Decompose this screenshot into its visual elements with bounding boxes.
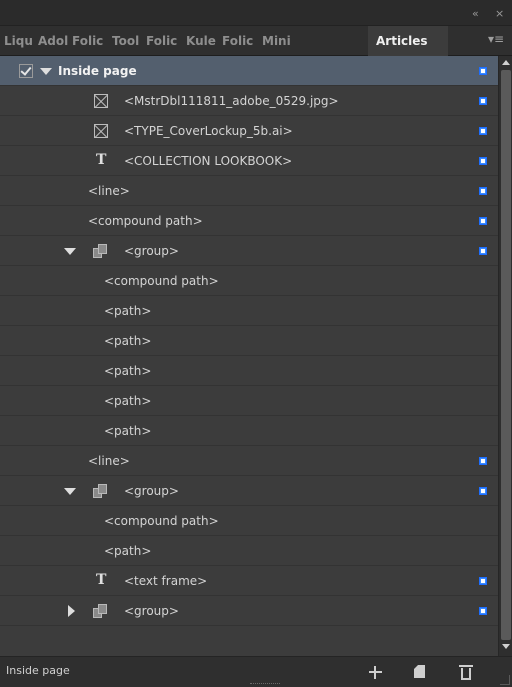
current-layer-status: Inside page [6, 664, 70, 677]
layer-row[interactable]: <compound path> [0, 266, 498, 296]
layer-row[interactable]: <line> [0, 176, 498, 206]
layer-row[interactable]: <path> [0, 296, 498, 326]
tab-tool[interactable]: Tool [108, 26, 142, 56]
placed-image-icon [94, 94, 108, 108]
layer-row[interactable]: <path> [0, 416, 498, 446]
selection-marker-icon[interactable] [479, 67, 487, 75]
layer-label: <MstrDbl111811_adobe_0529.jpg> [124, 94, 339, 108]
layer-label: <path> [104, 424, 152, 438]
group-icon [93, 604, 109, 618]
layer-label: <line> [88, 454, 130, 468]
layer-label: <group> [124, 484, 179, 498]
vertical-scrollbar[interactable] [498, 56, 512, 656]
panel-footer: Inside page [0, 656, 512, 687]
selection-marker-icon[interactable] [479, 457, 487, 465]
layer-row-inside-page[interactable]: Inside page [0, 56, 498, 86]
delete-layer-button[interactable] [456, 662, 476, 682]
layer-row[interactable]: <TYPE_CoverLockup_5b.ai> [0, 116, 498, 146]
selection-marker-icon[interactable] [479, 127, 487, 135]
panel-tab-bar: Liqu Adol Folic Tool Folic Kule Folic Mi… [0, 26, 512, 56]
tab-kuler[interactable]: Kule [182, 26, 218, 56]
visibility-checkbox[interactable] [19, 64, 33, 78]
layer-row[interactable]: <MstrDbl111811_adobe_0529.jpg> [0, 86, 498, 116]
layer-row[interactable]: T <COLLECTION LOOKBOOK> [0, 146, 498, 176]
layer-row[interactable]: <path> [0, 536, 498, 566]
resize-corner-icon[interactable] [500, 675, 510, 685]
layer-row[interactable]: T <text frame> [0, 566, 498, 596]
layer-label: <compound path> [104, 514, 219, 528]
selection-marker-icon[interactable] [479, 157, 487, 165]
scrollbar-thumb[interactable] [501, 70, 511, 640]
tab-folio-1[interactable]: Folic [68, 26, 108, 56]
text-frame-icon: T [96, 152, 107, 168]
expand-triangle-icon[interactable] [40, 68, 52, 75]
layer-row[interactable]: <compound path> [0, 206, 498, 236]
scroll-down-arrow-icon[interactable] [502, 644, 510, 649]
text-frame-icon: T [96, 572, 107, 588]
layer-row-group[interactable]: <group> [0, 476, 498, 506]
selection-marker-icon[interactable] [479, 97, 487, 105]
layer-row[interactable]: <line> [0, 446, 498, 476]
collapse-panel-button[interactable]: « [472, 7, 479, 20]
layer-label: <text frame> [124, 574, 208, 588]
panel-title-bar: « × [0, 0, 512, 26]
layer-label: <group> [124, 244, 179, 258]
layer-label: <path> [104, 394, 152, 408]
tab-liquify[interactable]: Liqu [0, 26, 34, 56]
new-layer-icon [414, 665, 425, 678]
tab-folio-3[interactable]: Folic [218, 26, 258, 56]
layer-row-group[interactable]: <group> [0, 236, 498, 266]
expand-triangle-icon[interactable] [64, 248, 76, 255]
expand-triangle-icon[interactable] [64, 488, 76, 495]
scroll-up-arrow-icon[interactable] [502, 60, 510, 65]
layer-label: <path> [104, 304, 152, 318]
selection-marker-icon[interactable] [479, 607, 487, 615]
trash-icon [459, 665, 473, 667]
selection-marker-icon[interactable] [479, 487, 487, 495]
tab-folio-2[interactable]: Folic [142, 26, 182, 56]
layer-label: <line> [88, 184, 130, 198]
collapsed-triangle-icon[interactable] [68, 605, 75, 617]
add-sublayer-button[interactable] [366, 662, 386, 682]
close-panel-button[interactable]: × [495, 7, 504, 20]
tab-articles[interactable]: Articles [368, 26, 448, 56]
layer-label: <group> [124, 604, 179, 618]
tab-mini[interactable]: Mini [258, 26, 296, 56]
layer-label: <COLLECTION LOOKBOOK> [124, 154, 293, 168]
placed-image-icon [94, 124, 108, 138]
layer-label: <path> [104, 544, 152, 558]
layer-label: <TYPE_CoverLockup_5b.ai> [124, 124, 293, 138]
group-icon [93, 484, 109, 498]
layer-label: <path> [104, 364, 152, 378]
selection-marker-icon[interactable] [479, 577, 487, 585]
layer-row[interactable]: <compound path> [0, 506, 498, 536]
layer-label: Inside page [58, 64, 137, 78]
panel-menu-icon[interactable]: ▾≡ [486, 32, 506, 48]
new-layer-button[interactable] [410, 662, 430, 682]
selection-marker-icon[interactable] [479, 187, 487, 195]
layer-row-group[interactable]: <group> [0, 596, 498, 626]
layer-row[interactable]: <path> [0, 356, 498, 386]
layer-label: <compound path> [104, 274, 219, 288]
layer-label: <path> [104, 334, 152, 348]
layer-row[interactable]: <path> [0, 386, 498, 416]
group-icon [93, 244, 109, 258]
resize-grip[interactable] [250, 683, 280, 686]
layers-list: Inside page <MstrDbl111811_adobe_0529.jp… [0, 56, 498, 656]
tab-adobe[interactable]: Adol [34, 26, 68, 56]
layer-row[interactable]: <path> [0, 326, 498, 356]
selection-marker-icon[interactable] [479, 217, 487, 225]
layer-label: <compound path> [88, 214, 203, 228]
selection-marker-icon[interactable] [479, 247, 487, 255]
